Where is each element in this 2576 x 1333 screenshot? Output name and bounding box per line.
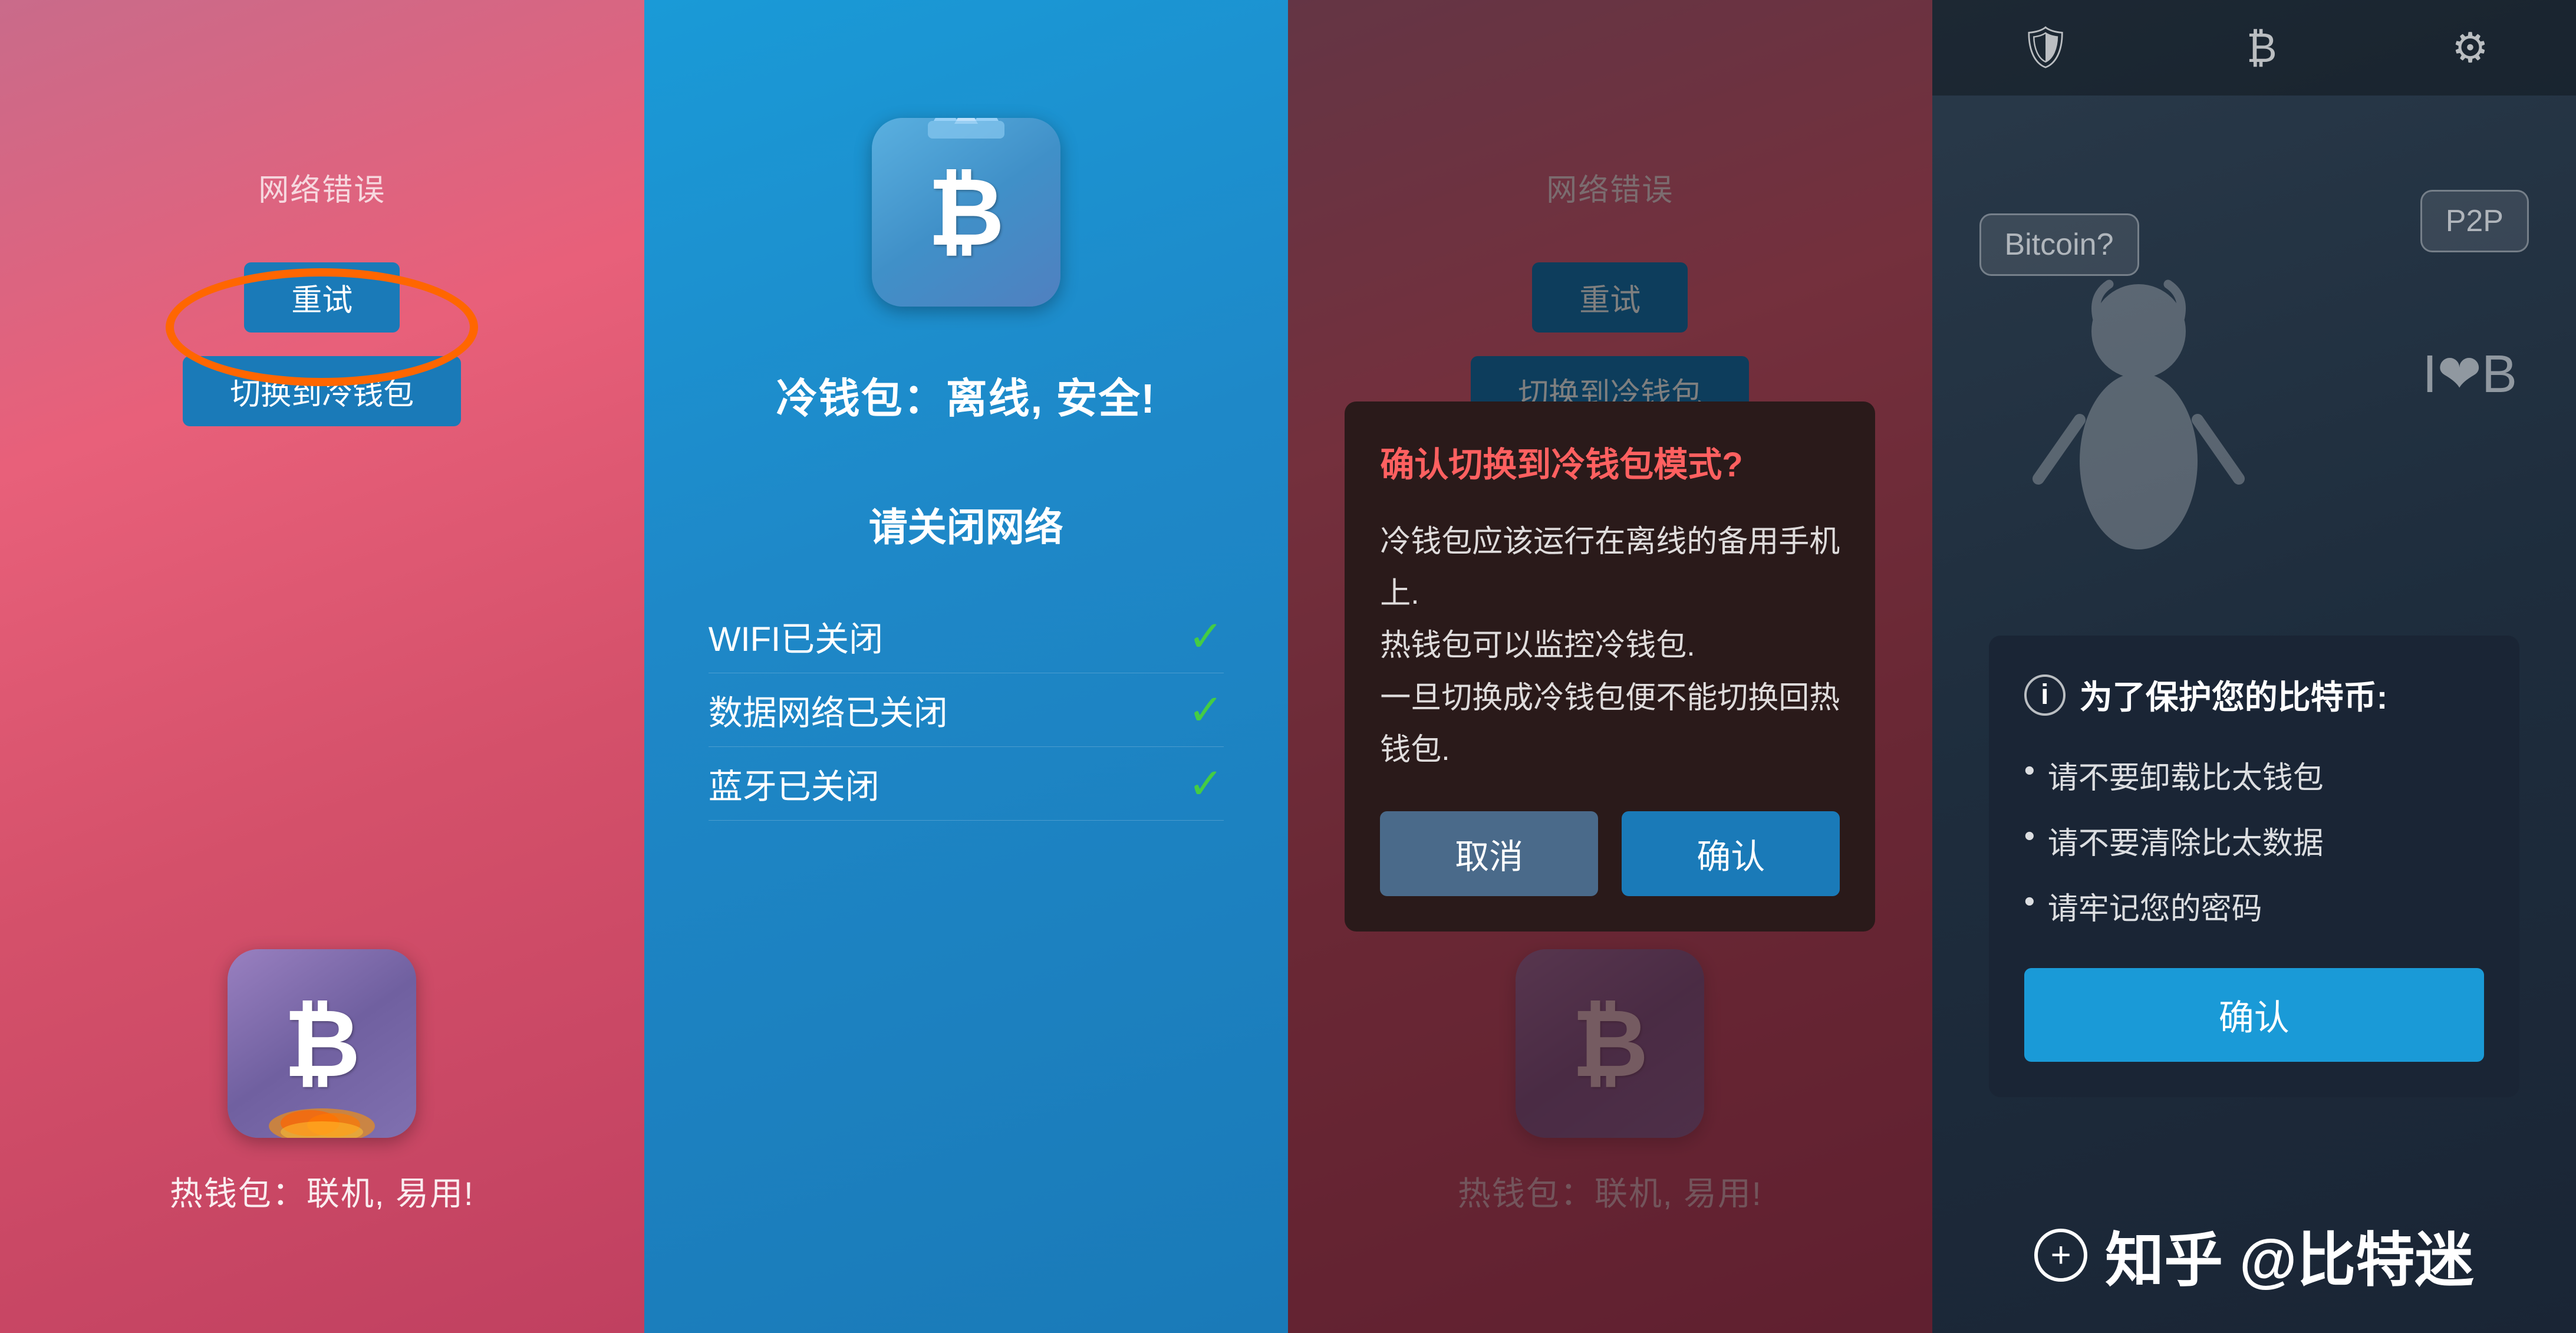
info-item-2: 请不要清除比太数据	[2024, 808, 2484, 873]
bluetooth-check: ✓	[1188, 759, 1223, 808]
hot-wallet-label: 热钱包：联机, 易用!	[170, 1167, 475, 1215]
watermark: + 知乎 @比特迷	[1932, 1212, 2576, 1298]
header-bar: 🛡 ₿ ⚙	[1932, 0, 2576, 96]
network-check-section: 请关闭网络 WIFI已关闭 ✓ 数据网络已关闭 ✓ 蓝牙已关闭 ✓	[709, 496, 1224, 821]
cancel-button[interactable]: 取消	[1380, 811, 1598, 896]
hot-wallet-icon: ₿	[228, 949, 416, 1138]
dialog-buttons: 取消 确认	[1380, 811, 1840, 896]
love-btc-text: I❤B	[2423, 343, 2517, 405]
panel-cold-wallet-setup: ₿ 冷钱包：离线, 安全! 请关闭网络 WIFI已关闭 ✓ 数据网络已关闭 ✓ …	[644, 0, 1289, 1333]
wifi-label: WIFI已关闭	[709, 611, 883, 661]
ice-svg	[872, 118, 1060, 147]
illustration-area: Bitcoin? P2P I❤B i 为了保护您的	[1932, 96, 2576, 1333]
fire-svg	[263, 1091, 381, 1138]
dialog-title: 确认切换到冷钱包模式?	[1380, 437, 1840, 486]
dialog-overlay: 确认切换到冷钱包模式? 冷钱包应该运行在离线的备用手机上. 热钱包可以监控冷钱包…	[1288, 0, 1932, 1333]
data-item: 数据网络已关闭 ✓	[709, 673, 1224, 747]
panel-hot-wallet-confirm: 网络错误 重试 切换到冷钱包 确认切换到冷钱包模式? 冷钱包应该运行在离线的备用…	[1288, 0, 1932, 1333]
switch-to-cold-button[interactable]: 切换到冷钱包	[183, 356, 461, 426]
cold-wallet-top: ₿ 冷钱包：离线, 安全!	[776, 0, 1156, 425]
info-list: 请不要卸载比太钱包 请不要清除比太数据 请牢记您的密码	[2024, 742, 2484, 939]
cold-wallet-icon: ₿	[872, 118, 1060, 307]
panel-hot-wallet-error: 网络错误 重试 切换到冷钱包 ₿ 热钱包：联机, 易用!	[0, 0, 644, 1333]
watermark-text: 知乎 @比特迷	[2105, 1212, 2473, 1298]
bitcoin-b-cold: ₿	[928, 158, 1004, 266]
p2p-speech-bubble: P2P	[2420, 190, 2529, 252]
wifi-item: WIFI已关闭 ✓	[709, 600, 1224, 673]
data-label: 数据网络已关闭	[709, 685, 948, 735]
info-item-1: 请不要卸载比太钱包	[2024, 742, 2484, 808]
info-dialog: i 为了保护您的比特币: 请不要卸载比太钱包 请不要清除比太数据 请牢记您的密码…	[1989, 636, 2519, 1097]
data-check: ✓	[1188, 685, 1223, 735]
confirm-button[interactable]: 确认	[1622, 811, 1840, 896]
info-dialog-header: i 为了保护您的比特币:	[2024, 671, 2484, 719]
bluetooth-item: 蓝牙已关闭 ✓	[709, 747, 1224, 821]
hot-wallet-icon-area: ₿ 热钱包：联机, 易用!	[170, 949, 475, 1215]
network-section-title: 请关闭网络	[709, 496, 1224, 552]
shield-icon: 🛡	[2020, 24, 2072, 72]
wifi-check: ✓	[1188, 611, 1223, 661]
bluetooth-label: 蓝牙已关闭	[709, 759, 879, 808]
gear-icon: ⚙	[2452, 24, 2489, 72]
confirm-dialog: 确认切换到冷钱包模式? 冷钱包应该运行在离线的备用手机上. 热钱包可以监控冷钱包…	[1345, 401, 1875, 932]
bitcoin-icon: ₿	[2246, 24, 2277, 71]
network-error-label: 网络错误	[258, 165, 386, 209]
bitcoin-speech-bubble: Bitcoin?	[1979, 213, 2139, 276]
panel-info: 🛡 ₿ ⚙ Bitcoin? P2P I❤B	[1932, 0, 2576, 1333]
dialog-body: 冷钱包应该运行在离线的备用手机上. 热钱包可以监控冷钱包. 一旦切换成冷钱包便不…	[1380, 516, 1840, 776]
confirm-button-4[interactable]: 确认	[2024, 968, 2484, 1062]
info-title: 为了保护您的比特币:	[2080, 671, 2388, 719]
info-circle-icon: i	[2024, 674, 2066, 716]
retry-button[interactable]: 重试	[244, 262, 400, 333]
info-item-3: 请牢记您的密码	[2024, 873, 2484, 939]
girl-illustration-svg	[1991, 272, 2286, 626]
bitcoin-b-letter: ₿	[284, 989, 360, 1098]
cold-wallet-title: 冷钱包：离线, 安全!	[776, 366, 1156, 425]
plus-circle-icon: +	[2034, 1229, 2087, 1282]
